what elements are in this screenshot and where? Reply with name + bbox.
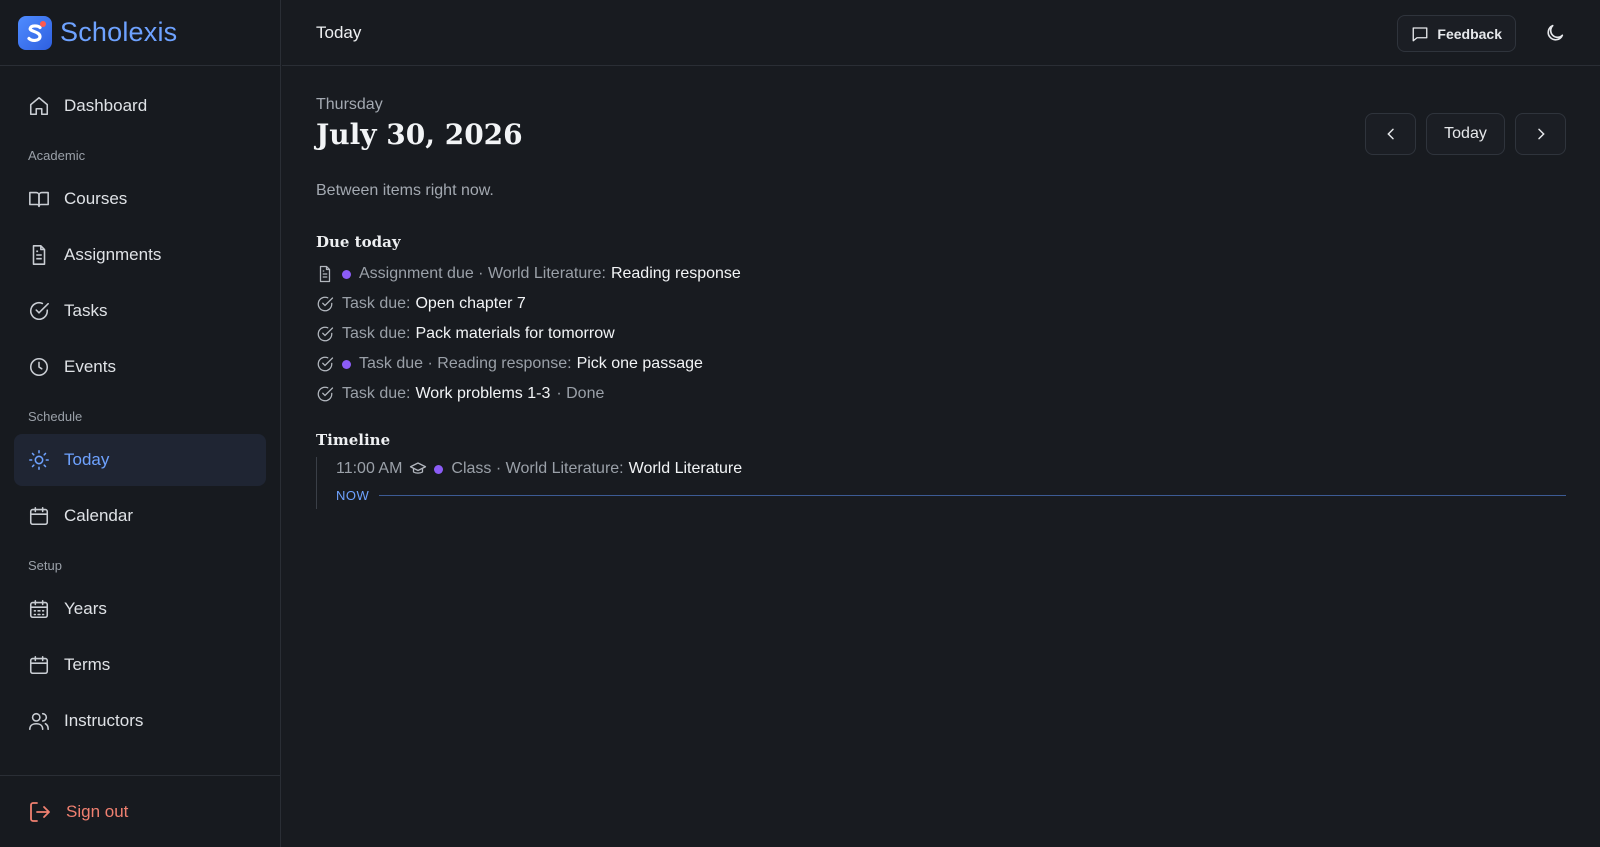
timeline-item-title: World Literature [628, 460, 743, 477]
sidebar-item-terms[interactable]: Terms [14, 639, 266, 691]
sidebar-section-schedule: Schedule [28, 409, 83, 424]
users-icon [29, 712, 49, 731]
course-color-dot [342, 359, 351, 369]
feedback-button[interactable]: Feedback [1397, 15, 1516, 52]
document-icon [319, 265, 331, 283]
sidebar-item-label: Dashboard [64, 96, 148, 115]
theme-toggle-button[interactable] [1544, 22, 1566, 44]
calendar-icon [29, 506, 49, 526]
due-item-title: Pick one passage [576, 355, 703, 372]
due-item[interactable]: Task due: Pack materials for tomorrow [316, 319, 1566, 349]
check-circle-icon [317, 386, 334, 402]
topbar: Today Feedback [282, 0, 1600, 66]
sidebar-item-label: Calendar [64, 506, 133, 525]
sidebar-item-calendar[interactable]: Calendar [14, 490, 266, 542]
book-icon [29, 191, 49, 208]
main-content: Thursday July 30, 2026 Today Between ite… [316, 66, 1566, 509]
due-item[interactable]: Assignment due · World Literature: Readi… [316, 259, 1566, 289]
sidebar-item-label: Instructors [64, 711, 144, 730]
sidebar-item-label: Courses [64, 189, 128, 208]
course-color-dot [434, 464, 444, 474]
timeline-heading: Timeline [316, 431, 391, 449]
logout-icon [30, 801, 50, 822]
due-item[interactable]: Task due: Work problems 1-3 · Done [316, 379, 1566, 409]
next-day-button[interactable] [1515, 113, 1566, 155]
sidebar-item-assignments[interactable]: Assignments [14, 229, 266, 281]
sign-out-label: Sign out [66, 801, 129, 821]
graduation-cap-icon [410, 462, 427, 474]
sidebar-item-label: Today [64, 450, 110, 469]
sidebar-item-label: Assignments [64, 245, 162, 264]
sidebar-item-label: Terms [64, 655, 111, 674]
sidebar-item-instructors[interactable]: Instructors [14, 695, 266, 747]
chevron-left-icon [1386, 128, 1394, 140]
now-line [379, 495, 1566, 496]
weekday: Thursday [316, 96, 383, 113]
due-item[interactable]: Task due · Reading response: Pick one pa… [316, 349, 1566, 379]
due-item-title: Pack materials for tomorrow [415, 325, 615, 342]
current-status: Between items right now. [316, 182, 494, 199]
sun-icon [29, 450, 49, 470]
check-circle-icon [317, 296, 334, 312]
check-circle-icon [317, 356, 334, 372]
sign-out-button[interactable]: Sign out [0, 775, 281, 847]
document-icon [32, 245, 46, 265]
due-item-title: Open chapter 7 [415, 295, 526, 312]
today-button[interactable]: Today [1426, 113, 1505, 155]
sidebar-item-today[interactable]: Today [14, 434, 266, 486]
calendar-grid-icon [29, 599, 49, 619]
due-item-prefix: Task due: [342, 295, 411, 312]
due-today-heading: Due today [316, 233, 401, 251]
due-today-list: Assignment due · World Literature: Readi… [316, 259, 1566, 409]
due-item-prefix: Task due: [342, 385, 411, 402]
sidebar-item-label: Years [64, 599, 107, 618]
brand-logo [18, 15, 52, 50]
due-item-prefix: Task due · Reading response: [359, 355, 572, 372]
due-item[interactable]: Task due: Open chapter 7 [316, 289, 1566, 319]
due-item-status: · Done [556, 385, 605, 402]
sidebar-item-label: Tasks [64, 301, 108, 320]
check-circle-icon [29, 302, 49, 320]
due-item-prefix: Task due: [342, 325, 411, 342]
sidebar-item-dashboard[interactable]: Dashboard [14, 80, 266, 132]
due-item-title: Work problems 1-3 [415, 385, 551, 402]
clock-icon [29, 357, 49, 377]
page-title: Today [316, 22, 362, 42]
message-icon [1412, 26, 1428, 41]
sidebar: Scholexis Dashboard Academic Courses Ass… [0, 0, 281, 847]
timeline-item-time: 11:00 AM [336, 460, 403, 477]
now-indicator: NOW [336, 488, 1566, 503]
timeline-item-prefix: Class · World Literature: [451, 460, 624, 477]
sidebar-section-setup: Setup [28, 558, 62, 573]
due-item-title: Reading response [610, 265, 741, 282]
moon-icon [1547, 24, 1564, 41]
brand[interactable]: Scholexis [0, 0, 280, 66]
sidebar-item-tasks[interactable]: Tasks [14, 285, 266, 337]
chevron-right-icon [1537, 128, 1545, 140]
sidebar-nav: Dashboard Academic Courses Assignments T… [0, 66, 280, 747]
sidebar-item-events[interactable]: Events [14, 341, 266, 393]
due-item-prefix: Assignment due · World Literature: [359, 265, 606, 282]
check-circle-icon [317, 326, 334, 342]
timeline: 11:00 AM Class · World Literature: World… [316, 457, 1566, 509]
sidebar-item-years[interactable]: Years [14, 583, 266, 635]
sidebar-item-courses[interactable]: Courses [14, 173, 266, 225]
feedback-label: Feedback [1437, 25, 1502, 42]
sidebar-item-label: Events [64, 357, 116, 376]
sidebar-section-academic: Academic [28, 148, 86, 163]
date-navigation: Today [1365, 113, 1566, 155]
previous-day-button[interactable] [1365, 113, 1416, 155]
now-label: NOW [336, 488, 370, 503]
timeline-item[interactable]: 11:00 AM Class · World Literature: World… [336, 457, 1566, 481]
course-color-dot [342, 269, 351, 279]
calendar-icon [29, 655, 49, 675]
home-icon [29, 96, 49, 116]
brand-name: Scholexis [60, 17, 178, 47]
